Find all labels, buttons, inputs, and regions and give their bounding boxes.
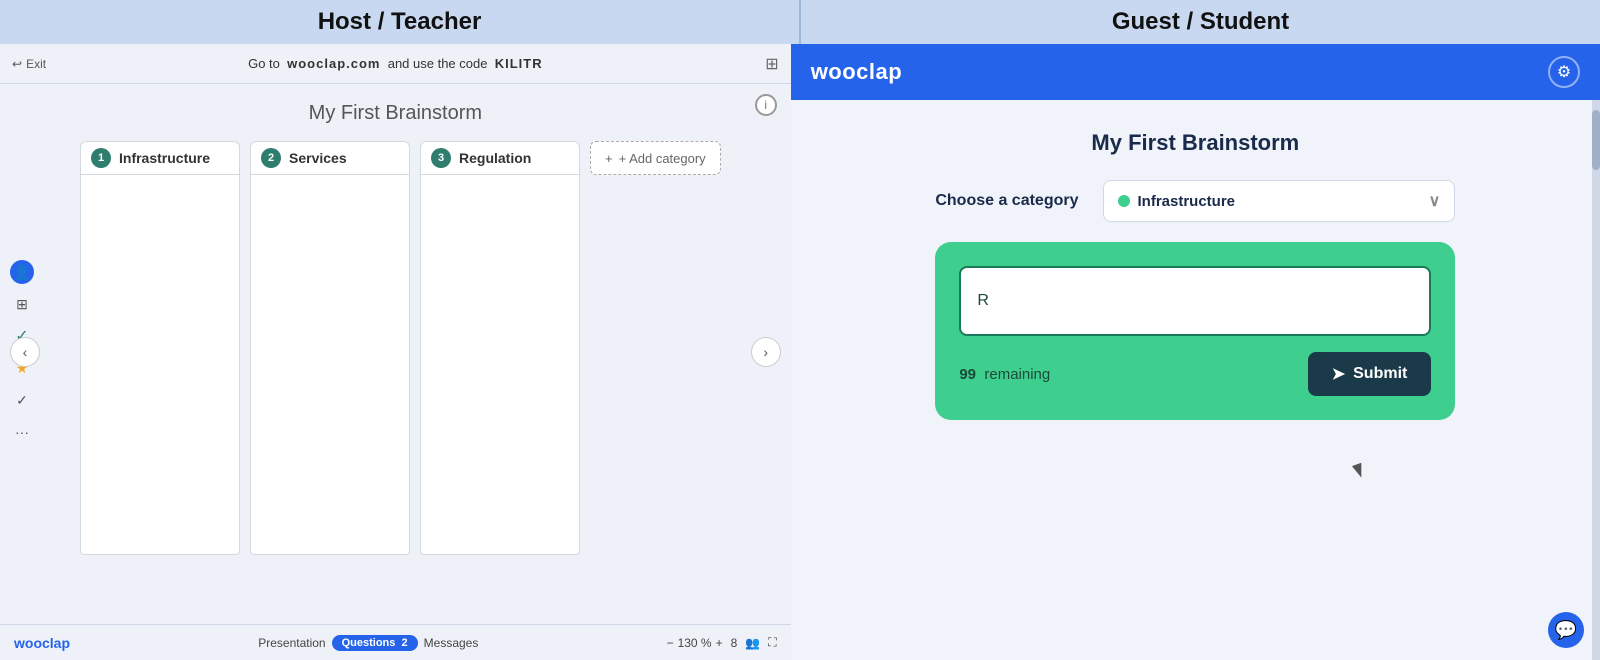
category-body-2	[250, 175, 410, 555]
exit-label: Exit	[26, 57, 46, 71]
category-body-3	[420, 175, 580, 555]
settings-button[interactable]: ⚙	[1548, 56, 1580, 88]
category-column-3: 3 Regulation	[420, 141, 580, 555]
host-label-text: Host / Teacher	[318, 8, 482, 36]
host-label: Host / Teacher	[0, 0, 801, 44]
nav-left-button[interactable]: ‹	[10, 337, 40, 367]
submit-button[interactable]: ➤ Submit	[1308, 352, 1432, 396]
gear-icon: ⚙	[1557, 62, 1571, 82]
page-number: 8	[731, 636, 738, 650]
sidebar-grid-icon[interactable]: ⊞	[10, 292, 34, 316]
scrollbar-thumb	[1592, 110, 1600, 170]
messages-tab[interactable]: Messages	[424, 636, 479, 650]
add-category-button[interactable]: + + Add category	[590, 141, 721, 175]
sidebar-person-icon[interactable]: 👤	[10, 260, 34, 284]
add-category-label: + Add category	[619, 151, 706, 166]
grid-icon: ⊞	[765, 54, 778, 74]
host-panel: ↩ Exit Go to wooclap.com and use the cod…	[0, 44, 791, 660]
site-name: wooclap.com	[287, 56, 380, 71]
fullscreen-icon[interactable]: ⛶	[768, 635, 776, 650]
submit-label: Submit	[1353, 365, 1407, 383]
questions-tab[interactable]: Questions 2	[332, 635, 418, 651]
guest-panel: wooclap ⚙ My First Brainstorm Choose a c…	[791, 44, 1600, 660]
dropdown-left: Infrastructure	[1118, 193, 1236, 210]
host-topbar: ↩ Exit Go to wooclap.com and use the cod…	[0, 44, 791, 84]
exit-arrow-icon: ↩	[12, 57, 22, 71]
participants-icon: 👥	[745, 636, 760, 650]
category-number-3: 3	[431, 148, 451, 168]
category-header-3: 3 Regulation	[420, 141, 580, 175]
guest-brainstorm-title: My First Brainstorm	[1091, 130, 1299, 156]
category-label-2: Services	[289, 150, 347, 166]
sidebar-check2-icon[interactable]: ✓	[10, 388, 34, 412]
remaining-label: remaining	[984, 366, 1050, 383]
choose-category-label: Choose a category	[935, 192, 1078, 210]
category-header-2: 2 Services	[250, 141, 410, 175]
guest-header: wooclap ⚙	[791, 44, 1600, 100]
exit-button[interactable]: ↩ Exit	[12, 57, 46, 71]
category-column-2: 2 Services	[250, 141, 410, 555]
selected-category: Infrastructure	[1138, 193, 1236, 210]
chat-icon: 💬	[1555, 620, 1577, 641]
scrollbar[interactable]	[1592, 100, 1600, 660]
info-icon[interactable]: i	[755, 94, 777, 116]
answer-card: 99 remaining ➤ Submit	[935, 242, 1455, 420]
bottombar-center[interactable]: Presentation Questions 2 Messages	[258, 635, 478, 651]
sidebar-more-icon[interactable]: ···	[10, 420, 34, 444]
category-label-3: Regulation	[459, 150, 531, 166]
zoom-value: 130 %	[678, 636, 712, 650]
join-code: KILITR	[495, 56, 543, 71]
host-bottombar: wooclap Presentation Questions 2 Message…	[0, 624, 791, 660]
category-number-2: 2	[261, 148, 281, 168]
nav-right-button[interactable]: ›	[751, 337, 781, 367]
remaining-text: 99 remaining	[959, 366, 1050, 383]
zoom-controls[interactable]: − 130 % +	[667, 636, 723, 650]
guest-label-text: Guest / Student	[1112, 8, 1289, 36]
categories-area: ‹ 1 Infrastructure 2 Services	[0, 141, 791, 624]
bottombar-right: − 130 % + 8 👥 ⛶	[667, 635, 777, 650]
zoom-out-button[interactable]: −	[667, 636, 674, 650]
category-column-1: 1 Infrastructure	[80, 141, 240, 555]
answer-footer: 99 remaining ➤ Submit	[959, 352, 1431, 396]
category-header-1: 1 Infrastructure	[80, 141, 240, 175]
chat-button[interactable]: 💬	[1548, 612, 1584, 648]
category-number-1: 1	[91, 148, 111, 168]
category-body-1	[80, 175, 240, 555]
category-dropdown[interactable]: Infrastructure ∨	[1103, 180, 1456, 222]
presentation-tab[interactable]: Presentation	[258, 636, 325, 650]
chevron-down-icon: ∨	[1429, 191, 1441, 211]
remaining-count: 99	[959, 366, 976, 383]
plus-icon: +	[605, 151, 613, 166]
host-brainstorm-title: My First Brainstorm	[0, 84, 791, 141]
answer-input[interactable]	[959, 266, 1431, 336]
category-selector-row: Choose a category Infrastructure ∨	[935, 180, 1455, 222]
send-icon: ➤	[1332, 364, 1345, 384]
zoom-in-button[interactable]: +	[716, 636, 723, 650]
bottombar-left: wooclap	[14, 635, 70, 651]
bottom-logo: wooclap	[14, 635, 70, 651]
guest-content: My First Brainstorm Choose a category In…	[791, 100, 1600, 660]
dropdown-dot	[1118, 195, 1130, 207]
category-label-1: Infrastructure	[119, 150, 210, 166]
wooclap-logo: wooclap	[811, 59, 903, 85]
join-code-text: Go to wooclap.com and use the code KILIT…	[248, 56, 543, 71]
guest-label: Guest / Student	[801, 0, 1600, 44]
